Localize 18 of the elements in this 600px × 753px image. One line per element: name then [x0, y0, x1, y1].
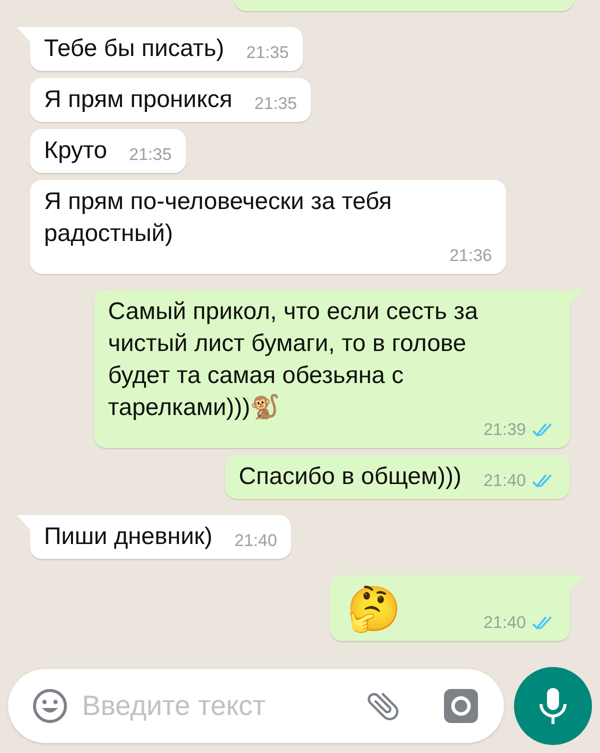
message-time: 21:40: [483, 471, 526, 491]
message-time: 21:35: [254, 94, 297, 114]
message-time: 21:35: [246, 43, 289, 63]
message-time: 21:40: [234, 531, 278, 551]
message-text: Я прям проникся: [44, 85, 232, 115]
message-text: Пиши дневник): [44, 522, 212, 552]
message-time: 21:35: [129, 145, 172, 165]
message-text: Круто: [44, 136, 108, 166]
message-time: 21:36: [449, 246, 492, 266]
message-text: Я прям по-человечески за тебя радостный): [44, 187, 393, 249]
message-time: 21:40: [483, 613, 526, 633]
emoji: 🤔: [345, 584, 402, 635]
message-input[interactable]: Введите текст: [8, 669, 504, 743]
message-time: 21:39: [483, 420, 526, 440]
message-text: Тебе бы писать): [44, 34, 224, 64]
message-text: Спасибо в общем))): [238, 462, 462, 492]
message-text: Самый прикол, что если сесть за чистый лист бумаги, то в голове будет та самая обезьяна с тарелками)))🐒: [108, 297, 479, 423]
text-field[interactable]: Введите текст: [82, 685, 350, 727]
